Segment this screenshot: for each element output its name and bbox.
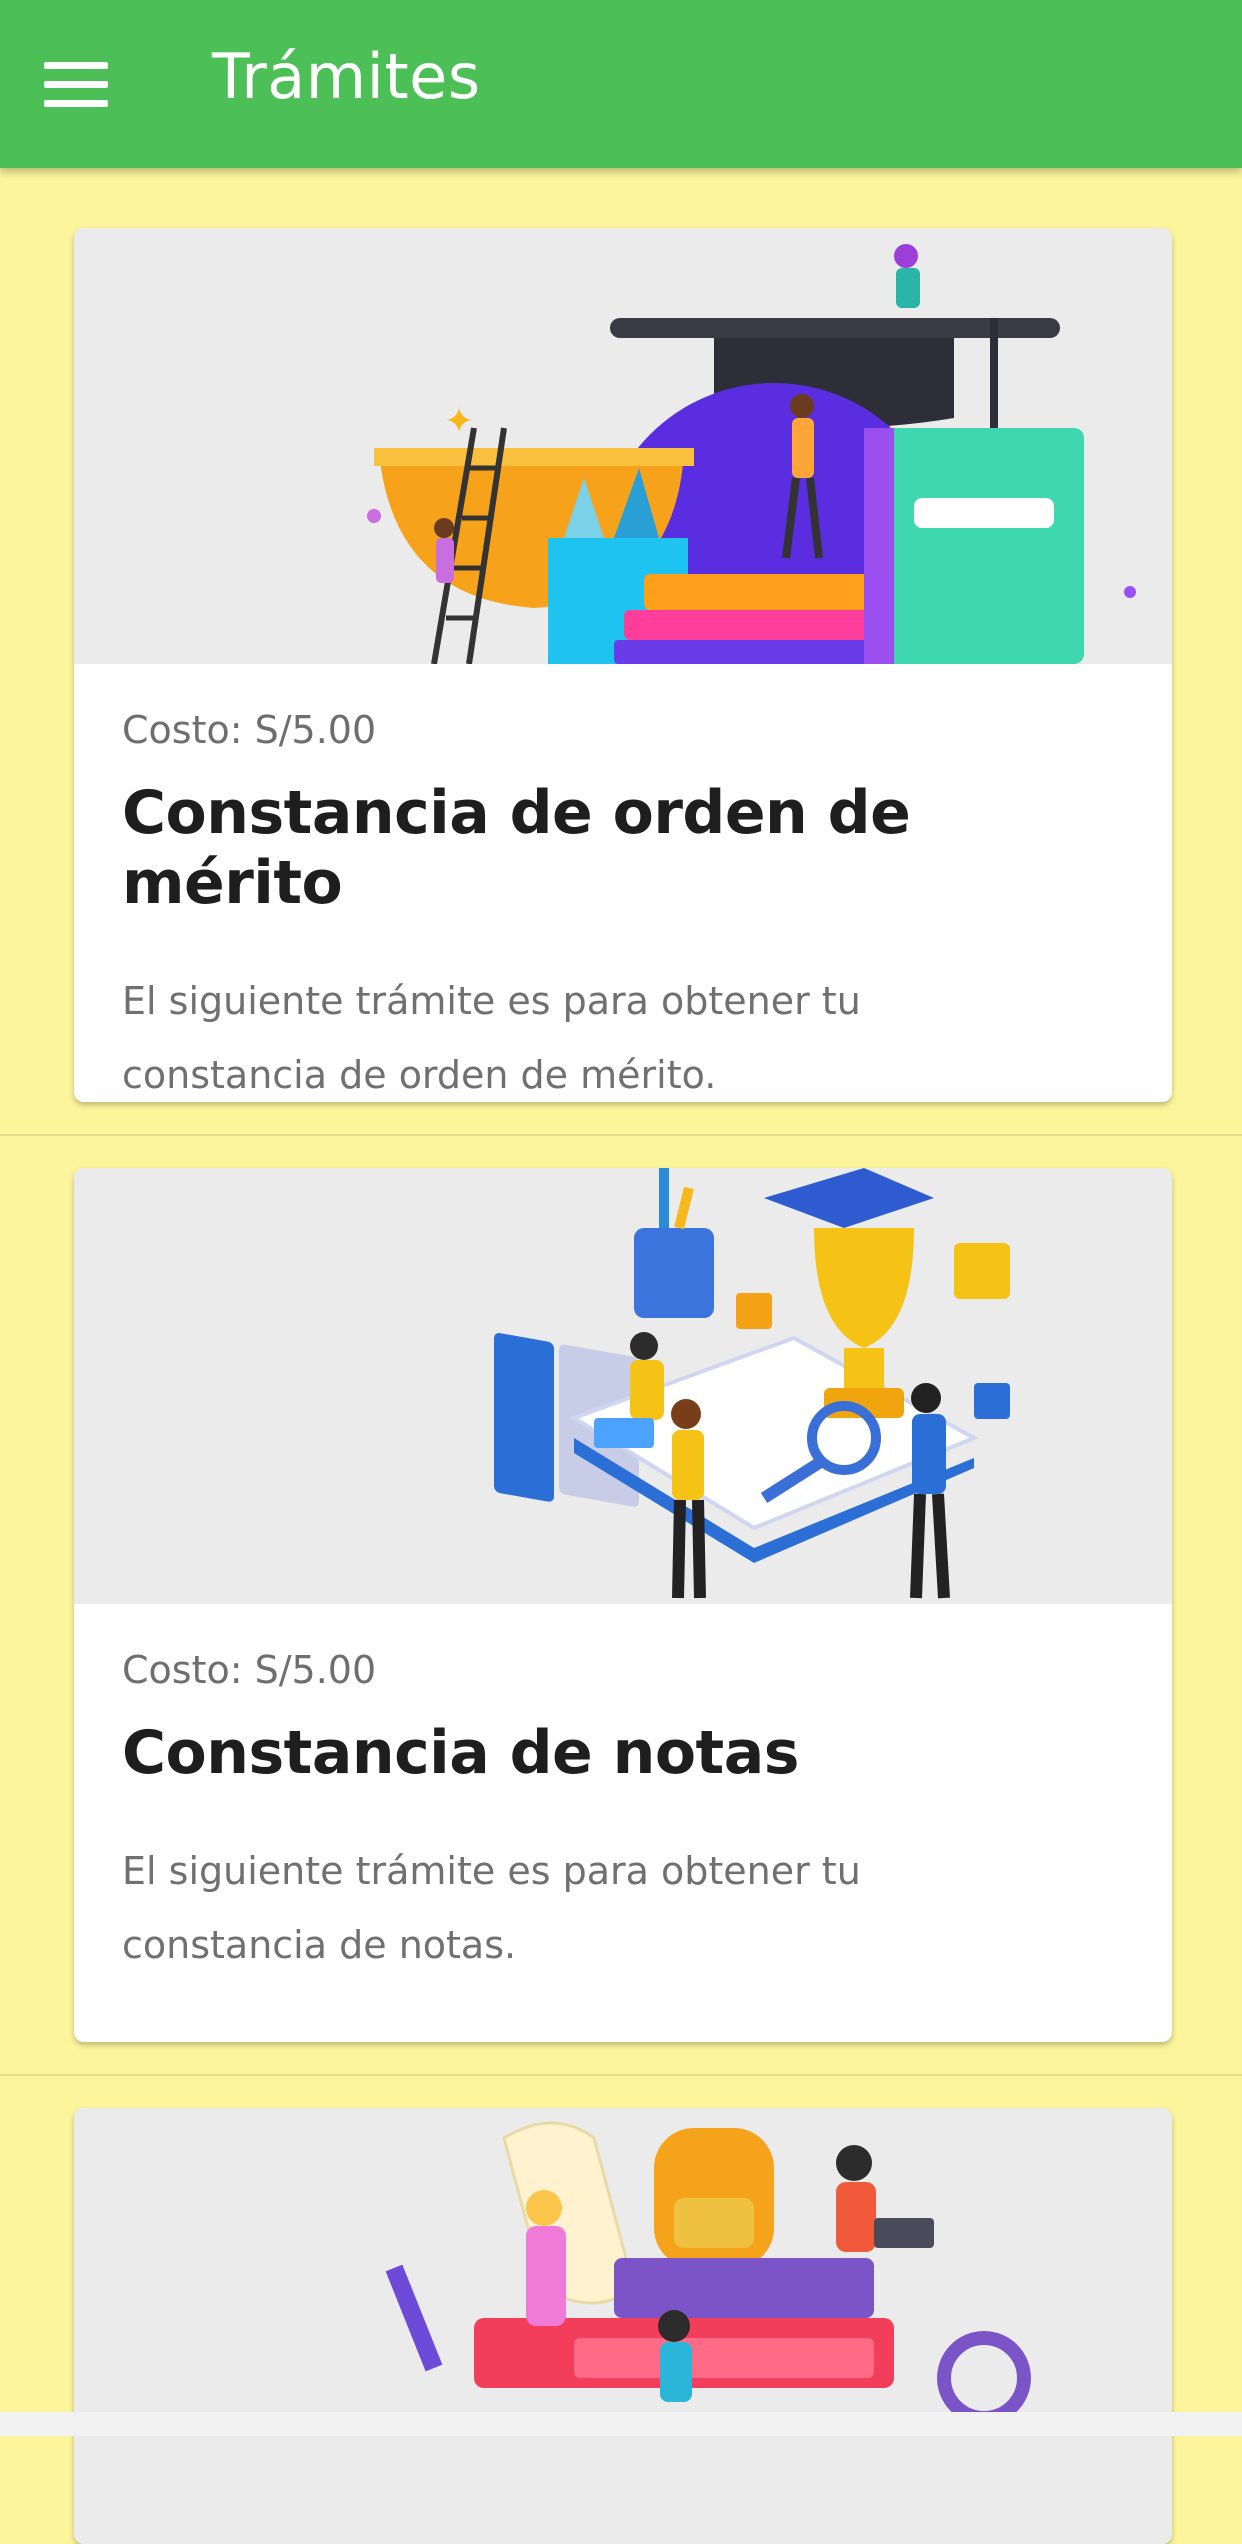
students-books-illustration [74, 2108, 1172, 2544]
graduation-illustration: ✦ [74, 228, 1172, 664]
app-bar: Trámites [0, 0, 1242, 168]
card-description: El siguiente trámite es para obtener tu … [122, 964, 1124, 1102]
card-title: Constancia de notas [122, 1718, 799, 1788]
card-title: Constancia de orden de mérito [122, 778, 911, 918]
tramite-card-orden-merito[interactable]: ✦ Costo: S/5.00 Constancia de orden de m… [74, 228, 1172, 1102]
students-trophy-illustration [74, 1168, 1172, 1604]
cost-label: Costo: S/5.00 [122, 1648, 377, 1692]
tramite-card-partial[interactable] [74, 2108, 1172, 2544]
svg-text:✦: ✦ [444, 401, 474, 442]
divider [0, 2074, 1242, 2076]
description-line: El siguiente trámite es para obtener tu [122, 979, 861, 1023]
bottom-edge [0, 2412, 1242, 2436]
description-line: constancia de notas. [122, 1923, 517, 1967]
description-line: El siguiente trámite es para obtener tu [122, 1849, 861, 1893]
tramite-card-notas[interactable]: Costo: S/5.00 Constancia de notas El sig… [74, 1168, 1172, 2042]
card-body: Costo: S/5.00 Constancia de notas El sig… [74, 1604, 1172, 2042]
divider [0, 1134, 1242, 1136]
cost-label: Costo: S/5.00 [122, 708, 377, 752]
description-line: constancia de orden de mérito. [122, 1053, 717, 1097]
hamburger-menu-icon[interactable] [40, 50, 112, 118]
card-description: El siguiente trámite es para obtener tu … [122, 1834, 1124, 1982]
page-title: Trámites [212, 40, 481, 113]
card-body: Costo: S/5.00 Constancia de orden de mér… [74, 664, 1172, 1102]
